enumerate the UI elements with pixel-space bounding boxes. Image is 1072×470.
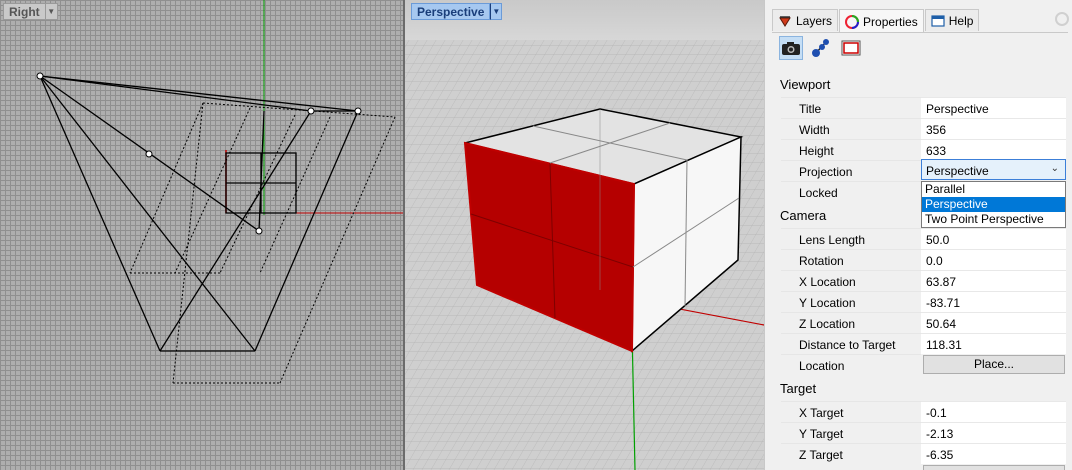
layers-icon [779,15,791,27]
z-target-field[interactable]: -6.35 [921,443,1066,464]
row-y-location: Y Location -83.71 [781,291,1066,312]
title-label: Title [781,97,921,118]
viewport-title-tab-right[interactable]: Right ▼ [3,3,58,20]
title-field[interactable]: Perspective [921,97,1066,118]
row-x-location: X Location 63.87 [781,270,1066,291]
viewport-title-right[interactable]: Right [3,3,46,20]
nodes-icon [812,39,829,57]
row-x-target: X Target -0.1 [781,401,1066,422]
row-rotation: Rotation 0.0 [781,249,1066,270]
viewport-title-perspective[interactable]: Perspective [411,3,491,20]
z-location-label: Z Location [781,312,921,333]
partial-button[interactable] [923,465,1065,470]
height-field[interactable]: 633 [921,139,1066,160]
perspective-viewport-canvas[interactable] [405,0,764,470]
frustum-point-b [354,107,362,115]
rotation-label: Rotation [781,249,921,270]
frustum-point-a [307,107,315,115]
row-title: Title Perspective [781,97,1066,118]
rotation-field[interactable]: 0.0 [921,249,1066,270]
section-target-heading: Target [780,381,817,396]
right-viewport[interactable]: Right ▼ [0,0,403,470]
tab-divider [772,32,1068,33]
place-button[interactable]: Place... [923,355,1065,374]
lens-point [145,150,153,158]
viewport-title-tab-perspective[interactable]: Perspective ▼ [411,3,503,20]
location-label: Location [781,354,921,375]
tab-properties[interactable]: Properties [839,9,924,33]
y-target-field[interactable]: -2.13 [921,422,1066,443]
projection-selected-value: Perspective [926,164,989,178]
locked-label: Locked [781,181,921,202]
width-label: Width [781,118,921,139]
row-z-target: Z Target -6.35 [781,443,1066,464]
row-lens-length: Lens Length 50.0 [781,228,1066,249]
projection-label: Projection [781,160,921,181]
properties-icon [845,14,860,29]
lens-length-field[interactable]: 50.0 [921,228,1066,249]
property-page-icons [779,36,863,60]
tab-properties-label: Properties [863,14,918,29]
y-target-label: Y Target [781,422,921,443]
projection-option-parallel[interactable]: Parallel [922,182,1065,197]
y-location-field[interactable]: -83.71 [921,291,1066,312]
object-properties-page-button[interactable] [809,36,833,60]
y-location-label: Y Location [781,291,921,312]
frame-icon [841,40,861,56]
x-target-label: X Target [781,401,921,422]
distance-to-target-field[interactable]: 118.31 [921,333,1066,354]
gear-icon[interactable] [1055,12,1069,26]
right-viewport-canvas[interactable] [0,0,403,470]
tab-layers-label: Layers [796,13,833,28]
row-distance-to-target: Distance to Target 118.31 [781,333,1066,354]
panel-tabs: Layers Properties Help [772,9,980,33]
x-location-field[interactable]: 63.87 [921,270,1066,291]
width-field[interactable]: 356 [921,118,1066,139]
tab-help-label: Help [948,13,974,28]
projection-option-two-point[interactable]: Two Point Perspective [922,212,1065,227]
x-location-label: X Location [781,270,921,291]
row-y-target: Y Target -2.13 [781,422,1066,443]
target-point [255,227,263,235]
lens-length-label: Lens Length [781,228,921,249]
viewport-menu-arrow-icon[interactable]: ▼ [45,3,58,20]
section-viewport-heading: Viewport [780,77,831,92]
distance-to-target-label: Distance to Target [781,333,921,354]
camera-point [36,72,44,80]
section-camera-heading: Camera [780,208,827,223]
chevron-down-icon: ⌄ [1050,163,1059,174]
camera-icon [782,42,800,55]
perspective-viewport[interactable]: Perspective ▼ [405,0,764,470]
frame-page-button[interactable] [839,36,863,60]
row-z-location: Z Location 50.64 [781,312,1066,333]
x-target-field[interactable]: -0.1 [921,401,1066,422]
projection-dropdown[interactable]: Perspective ⌄ [921,159,1066,180]
height-label: Height [781,139,921,160]
row-height: Height 633 [781,139,1066,160]
row-width: Width 356 [781,118,1066,139]
tab-layers[interactable]: Layers [772,9,839,31]
projection-option-perspective[interactable]: Perspective [922,197,1065,212]
tab-help[interactable]: Help [924,9,980,31]
help-icon [931,14,945,27]
viewport-camera-page-button[interactable] [779,36,803,60]
projection-options-list: Parallel Perspective Two Point Perspecti… [921,181,1066,228]
z-location-field[interactable]: 50.64 [921,312,1066,333]
z-target-label: Z Target [781,443,921,464]
viewport-menu-arrow-icon[interactable]: ▼ [490,3,503,20]
